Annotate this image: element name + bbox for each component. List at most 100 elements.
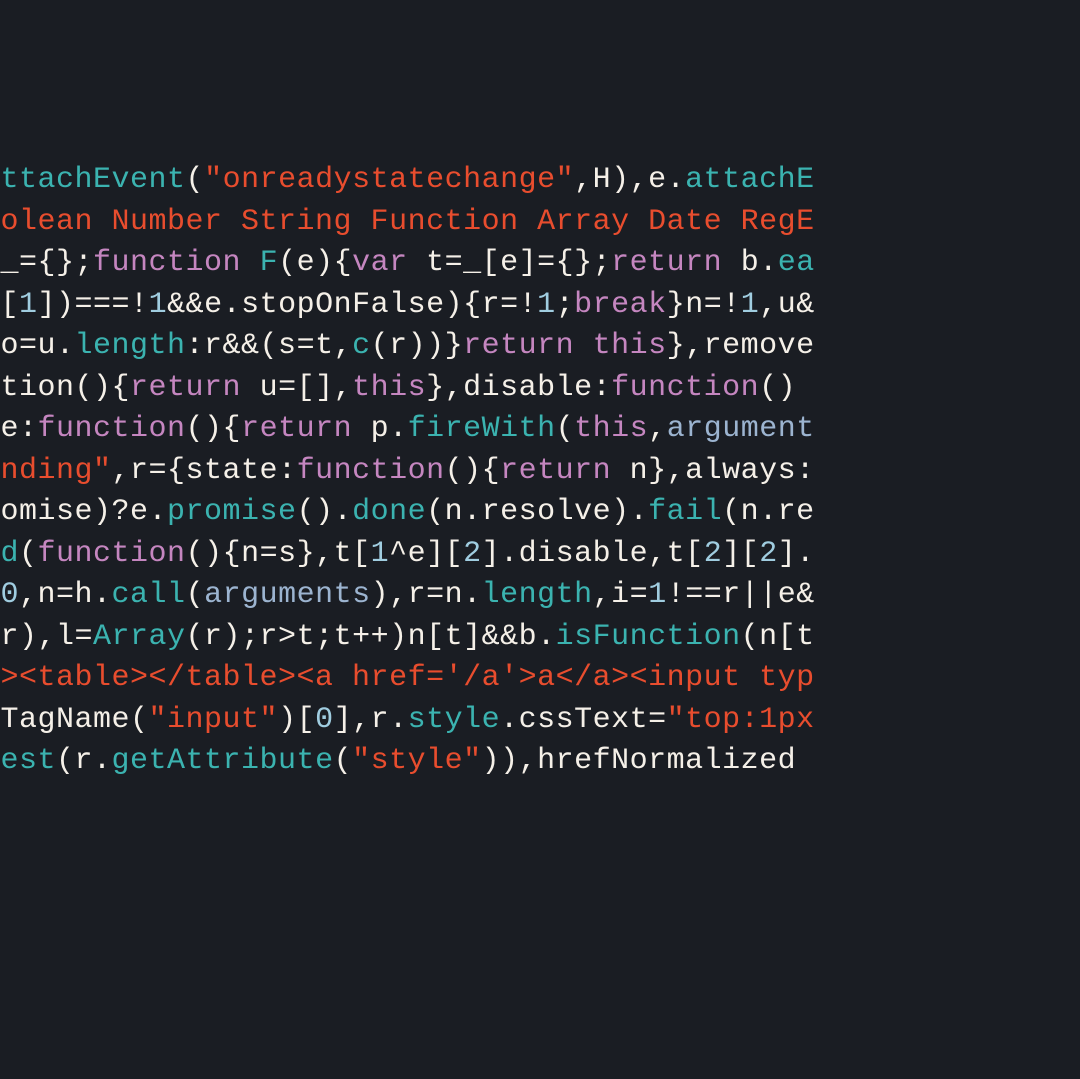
code-token: argument (667, 412, 815, 446)
code-token: 1 (149, 288, 168, 322)
code-token: 2 (759, 537, 778, 571)
code-token: call (112, 578, 186, 612)
code-token: (r))} (371, 329, 464, 363)
code-token: _={}; (0, 246, 93, 280)
code-token: u=[], (241, 371, 352, 405)
code-token: function (38, 412, 186, 446)
code-token: ^e][ (389, 537, 463, 571)
code-token: break (574, 288, 667, 322)
code-line: ction(){return u=[],this},disable:functi… (0, 368, 1062, 410)
code-token: 1 (741, 288, 760, 322)
code-token: attachE (685, 163, 815, 197)
code-line: test(r.getAttribute("style")),hrefNormal… (0, 741, 1062, 783)
code-token: this (352, 371, 426, 405)
code-token: function (611, 371, 759, 405)
code-token (0, 827, 1, 861)
code-line: dd(function(){n=s},t[1^e][2].disable,t[2… (0, 534, 1062, 576)
code-token: function (93, 246, 241, 280)
code-token: (e){ (278, 246, 352, 280)
code-token: )),hrefNormalized (482, 744, 797, 778)
code-token: ,H),e. (574, 163, 685, 197)
code-token: oolean Number String Function Array Date… (0, 205, 815, 239)
code-token: t[ (0, 288, 19, 322)
code-token: "onreadystatechange" (204, 163, 574, 197)
code-token: (n.resolve). (426, 495, 648, 529)
code-token: test (0, 744, 56, 778)
code-token: ].disable,t[ (482, 537, 704, 571)
code-line (0, 783, 1062, 825)
code-token: fail (648, 495, 722, 529)
code-token: ,u& (759, 288, 815, 322)
code-token: 1 (371, 537, 390, 571)
code-token: },remove (667, 329, 815, 363)
code-token: fireWith (408, 412, 556, 446)
code-token: promise (167, 495, 297, 529)
code-token: 1 (19, 288, 38, 322)
code-token: 1 (537, 288, 556, 322)
code-token: !==r||e& (667, 578, 815, 612)
code-line: yTagName("input")[0],r.style.cssText="to… (0, 700, 1062, 742)
code-token: re: (0, 412, 38, 446)
code-token: return this (463, 329, 667, 363)
code-token: (r),l= (0, 620, 93, 654)
code-token: 1 (648, 578, 667, 612)
code-token: ,r={state: (112, 454, 297, 488)
code-token: ?o=u. (0, 329, 75, 363)
code-token: ( (19, 537, 38, 571)
code-token: (r);r>t;t++)n[t]&&b. (186, 620, 556, 654)
code-line: t[1])===!1&&e.stopOnFalse){r=!1;break}n=… (0, 285, 1062, 327)
code-token: (){ (445, 454, 501, 488)
code-token: () (759, 371, 796, 405)
code-token: F (260, 246, 279, 280)
code-token: return (241, 412, 352, 446)
code-token: }n=! (667, 288, 741, 322)
code-token: (n.re (722, 495, 815, 529)
code-token: ][ (722, 537, 759, 571)
code-token: yTagName( (0, 703, 149, 737)
code-token: ( (334, 744, 353, 778)
code-token: ,n=h. (19, 578, 112, 612)
code-token: isFunction (556, 620, 741, 654)
code-line: ending",r={state:function(){return n},al… (0, 451, 1062, 493)
code-token (0, 786, 1, 820)
code-line: oolean Number String Function Array Date… (0, 202, 1062, 244)
code-token: getAttribute (112, 744, 334, 778)
code-token: this (574, 412, 648, 446)
code-token: (){ (186, 412, 242, 446)
code-token: ]. (778, 537, 815, 571)
code-token: b. (722, 246, 778, 280)
code-token: length (482, 578, 593, 612)
code-token: 0 (1, 578, 20, 612)
code-line: _={};function F(e){var t=_[e]={};return … (0, 243, 1062, 285)
code-token: dd (0, 537, 19, 571)
code-token: ],r. (334, 703, 408, 737)
code-token: ,i= (593, 578, 649, 612)
code-token: "top:1px (667, 703, 815, 737)
code-token: p. (352, 412, 408, 446)
code-token: "style" (352, 744, 482, 778)
code-token: style (408, 703, 501, 737)
code-token: arguments (204, 578, 371, 612)
code-token: )[ (278, 703, 315, 737)
code-token: :r&&(s=t, (186, 329, 353, 363)
code-token: ( (186, 163, 205, 197)
code-editor-content: attachEvent("onreadystatechange",H),e.at… (0, 160, 1062, 866)
code-token: , (648, 412, 667, 446)
code-line (0, 824, 1062, 866)
code-token: "input" (149, 703, 279, 737)
code-line: ?o=u.length:r&&(s=t,c(r))}return this},r… (0, 326, 1062, 368)
code-token: ction(){ (0, 371, 130, 405)
code-token: return (130, 371, 241, 405)
code-token (241, 246, 260, 280)
code-token: .cssText= (500, 703, 667, 737)
code-token: t=_[e]={}; (408, 246, 612, 280)
code-token: length (75, 329, 186, 363)
code-line: attachEvent("onreadystatechange",H),e.at… (0, 160, 1062, 202)
code-token: c (352, 329, 371, 363)
code-token: 2 (704, 537, 723, 571)
code-token: ( (556, 412, 575, 446)
code-token: 0 (315, 703, 334, 737)
code-token: function (38, 537, 186, 571)
code-token: romise)?e. (0, 495, 167, 529)
code-token: &&e.stopOnFalse){r=! (167, 288, 537, 322)
